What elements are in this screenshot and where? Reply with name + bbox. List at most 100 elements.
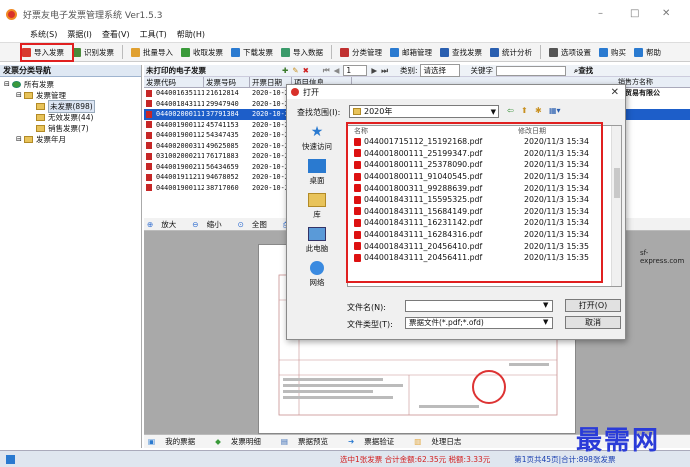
page-input[interactable]: 1 <box>343 65 368 76</box>
tree-item[interactable]: 未发票(898) <box>0 100 141 113</box>
tree-item[interactable]: 销售发票(7) <box>0 123 141 134</box>
toolbar-label: 导入数据 <box>293 47 323 57</box>
maximize-button[interactable]: □ <box>630 8 639 19</box>
first-page-icon[interactable]: ⏮ <box>323 66 330 76</box>
filename-input[interactable] <box>405 300 553 312</box>
menu-tools[interactable]: 工具(T) <box>140 29 167 40</box>
tree-item-label: 发票年月 <box>36 135 66 144</box>
toolbar-button-8[interactable]: 查找发票 <box>440 47 482 58</box>
toolbar-button-6[interactable]: 分类管理 <box>340 47 382 58</box>
col-code[interactable]: 发票代码 <box>144 77 204 87</box>
filetype-select[interactable]: 票据文件(*.pdf;*.ofd) <box>405 317 553 329</box>
file-list-highlight-box <box>346 122 603 283</box>
cart-icon <box>599 47 608 57</box>
toolbar-button-7[interactable]: 邮箱管理 <box>390 47 432 58</box>
tree-toggle-icon[interactable]: ⊟ <box>16 90 24 101</box>
tab-my-invoices[interactable]: ▣ 我的票据 <box>148 436 205 447</box>
file-list-scrollbar[interactable] <box>611 126 621 286</box>
col-number[interactable]: 发票号码 <box>204 77 250 87</box>
new-folder-icon[interactable]: ✱ <box>535 106 542 115</box>
dialog-close-button[interactable]: ✕ <box>611 87 619 98</box>
keyword-label: 关键字 <box>470 66 493 75</box>
fit-button[interactable]: ⊙ 全图 <box>238 219 275 230</box>
tree-item[interactable]: ⊟ 所有发票 <box>0 79 141 90</box>
next-page-icon[interactable]: ▶ <box>371 66 377 75</box>
toolbar-button-12[interactable]: 帮助 <box>634 47 661 58</box>
list-title: 未打印的电子发票 <box>146 66 206 75</box>
library-icon <box>308 193 326 207</box>
delete-icon[interactable]: ✖ <box>303 66 309 75</box>
menu-system[interactable]: 系统(S) <box>30 29 57 40</box>
place-library[interactable]: 库 <box>291 193 343 223</box>
last-page-icon[interactable]: ⏭ <box>381 66 388 76</box>
menu-view[interactable]: 查看(V) <box>102 29 130 40</box>
zoom-out-button[interactable]: ⊖ 缩小 <box>192 219 229 230</box>
place-quick-access[interactable]: ★ 快速访问 <box>291 125 343 155</box>
place-desktop[interactable]: 桌面 <box>291 159 343 189</box>
cell-number: 56434659 <box>206 162 239 171</box>
watermark: 最需网 <box>576 426 661 456</box>
tab-invoice-verify[interactable]: ➜ 票据验证 <box>348 436 404 447</box>
search-invoice-icon <box>440 47 449 57</box>
pdf-icon <box>146 163 152 170</box>
status-app-icon <box>6 454 15 464</box>
filetype-dropdown-icon[interactable]: ▼ <box>543 318 548 326</box>
col-seller: 销售方名称 <box>618 78 653 86</box>
view-menu-icon[interactable]: ▦▾ <box>549 106 561 115</box>
toolbar-label: 下载发票 <box>243 47 273 57</box>
toolbar-button-5[interactable]: 导入数据 <box>281 47 323 58</box>
close-button[interactable]: ✕ <box>662 8 670 19</box>
tab-invoice-details[interactable]: ◆ 发票明细 <box>215 436 271 447</box>
zoom-in-icon: ⊕ <box>147 219 154 229</box>
tree-item[interactable]: ⊟ 发票年月 <box>0 134 141 145</box>
cell-seller: 岛贸易有限公 <box>618 88 660 97</box>
toolbar-label: 收取发票 <box>193 47 223 57</box>
pdf-icon <box>146 131 152 139</box>
lookin-select[interactable]: 2020年 ▼ <box>349 105 499 118</box>
minimize-button[interactable]: – <box>598 8 603 19</box>
tree-item[interactable]: 无效发票(44) <box>0 112 141 123</box>
cell-code-wrap: 044001635111 <box>144 88 204 99</box>
toolbar-button-3[interactable]: 收取发票 <box>181 47 223 58</box>
folder-icon <box>36 114 45 121</box>
menu-invoice[interactable]: 票据(I) <box>67 29 92 40</box>
place-this-pc[interactable]: 此电脑 <box>291 227 343 257</box>
menu-help[interactable]: 帮助(H) <box>177 29 205 40</box>
search-button[interactable]: ⌕查找 <box>574 65 593 76</box>
prev-page-icon[interactable]: ◀ <box>334 66 340 75</box>
chart-icon <box>490 47 499 57</box>
keyword-input[interactable] <box>495 65 566 76</box>
toolbar-button-4[interactable]: 下载发票 <box>231 47 273 58</box>
pdf-icon <box>146 89 152 97</box>
help-icon <box>634 47 643 57</box>
toolbar-button-2[interactable]: 批量导入 <box>131 47 173 58</box>
toolbar-label: 统计分析 <box>502 47 532 57</box>
scroll-thumb[interactable] <box>614 168 620 198</box>
toolbar-button-9[interactable]: 统计分析 <box>490 47 532 58</box>
pdf-icon <box>146 121 152 128</box>
back-icon[interactable]: ⇦ <box>507 106 514 115</box>
toolbar-button-11[interactable]: 购买 <box>599 47 626 58</box>
lookin-label: 查找范围(I): <box>297 108 341 117</box>
open-button[interactable]: 打开(O) <box>565 299 621 312</box>
zoom-in-button[interactable]: ⊕ 放大 <box>147 219 184 230</box>
add-icon[interactable]: ✚ <box>282 66 288 75</box>
log-icon: ▥ <box>414 437 422 446</box>
tree-toggle-icon[interactable]: ⊟ <box>16 134 24 145</box>
category-select[interactable]: 请选择 <box>420 64 461 77</box>
tree-toggle-icon[interactable]: ⊟ <box>4 79 12 90</box>
tab-invoice-preview[interactable]: ▤ 票据预览 <box>281 436 338 447</box>
cancel-button[interactable]: 取消 <box>565 316 621 329</box>
pdf-icon <box>146 152 152 160</box>
cell-code: 044002000311 <box>156 141 204 150</box>
toolbar-button-1[interactable]: 识别发票 <box>72 47 114 58</box>
edit-icon[interactable]: ✎ <box>292 66 298 75</box>
place-network[interactable]: 网络 <box>291 261 343 291</box>
tab-process-log[interactable]: ▥ 处理日志 <box>414 436 471 447</box>
cell-number: 94678052 <box>206 173 239 181</box>
cell-code: 044001635111 <box>156 89 204 97</box>
invoice-stamp <box>472 370 506 404</box>
up-folder-icon[interactable]: ⬆ <box>521 106 528 115</box>
toolbar-button-10[interactable]: 选项设置 <box>549 47 591 58</box>
filename-dropdown-icon[interactable]: ▼ <box>543 301 548 309</box>
